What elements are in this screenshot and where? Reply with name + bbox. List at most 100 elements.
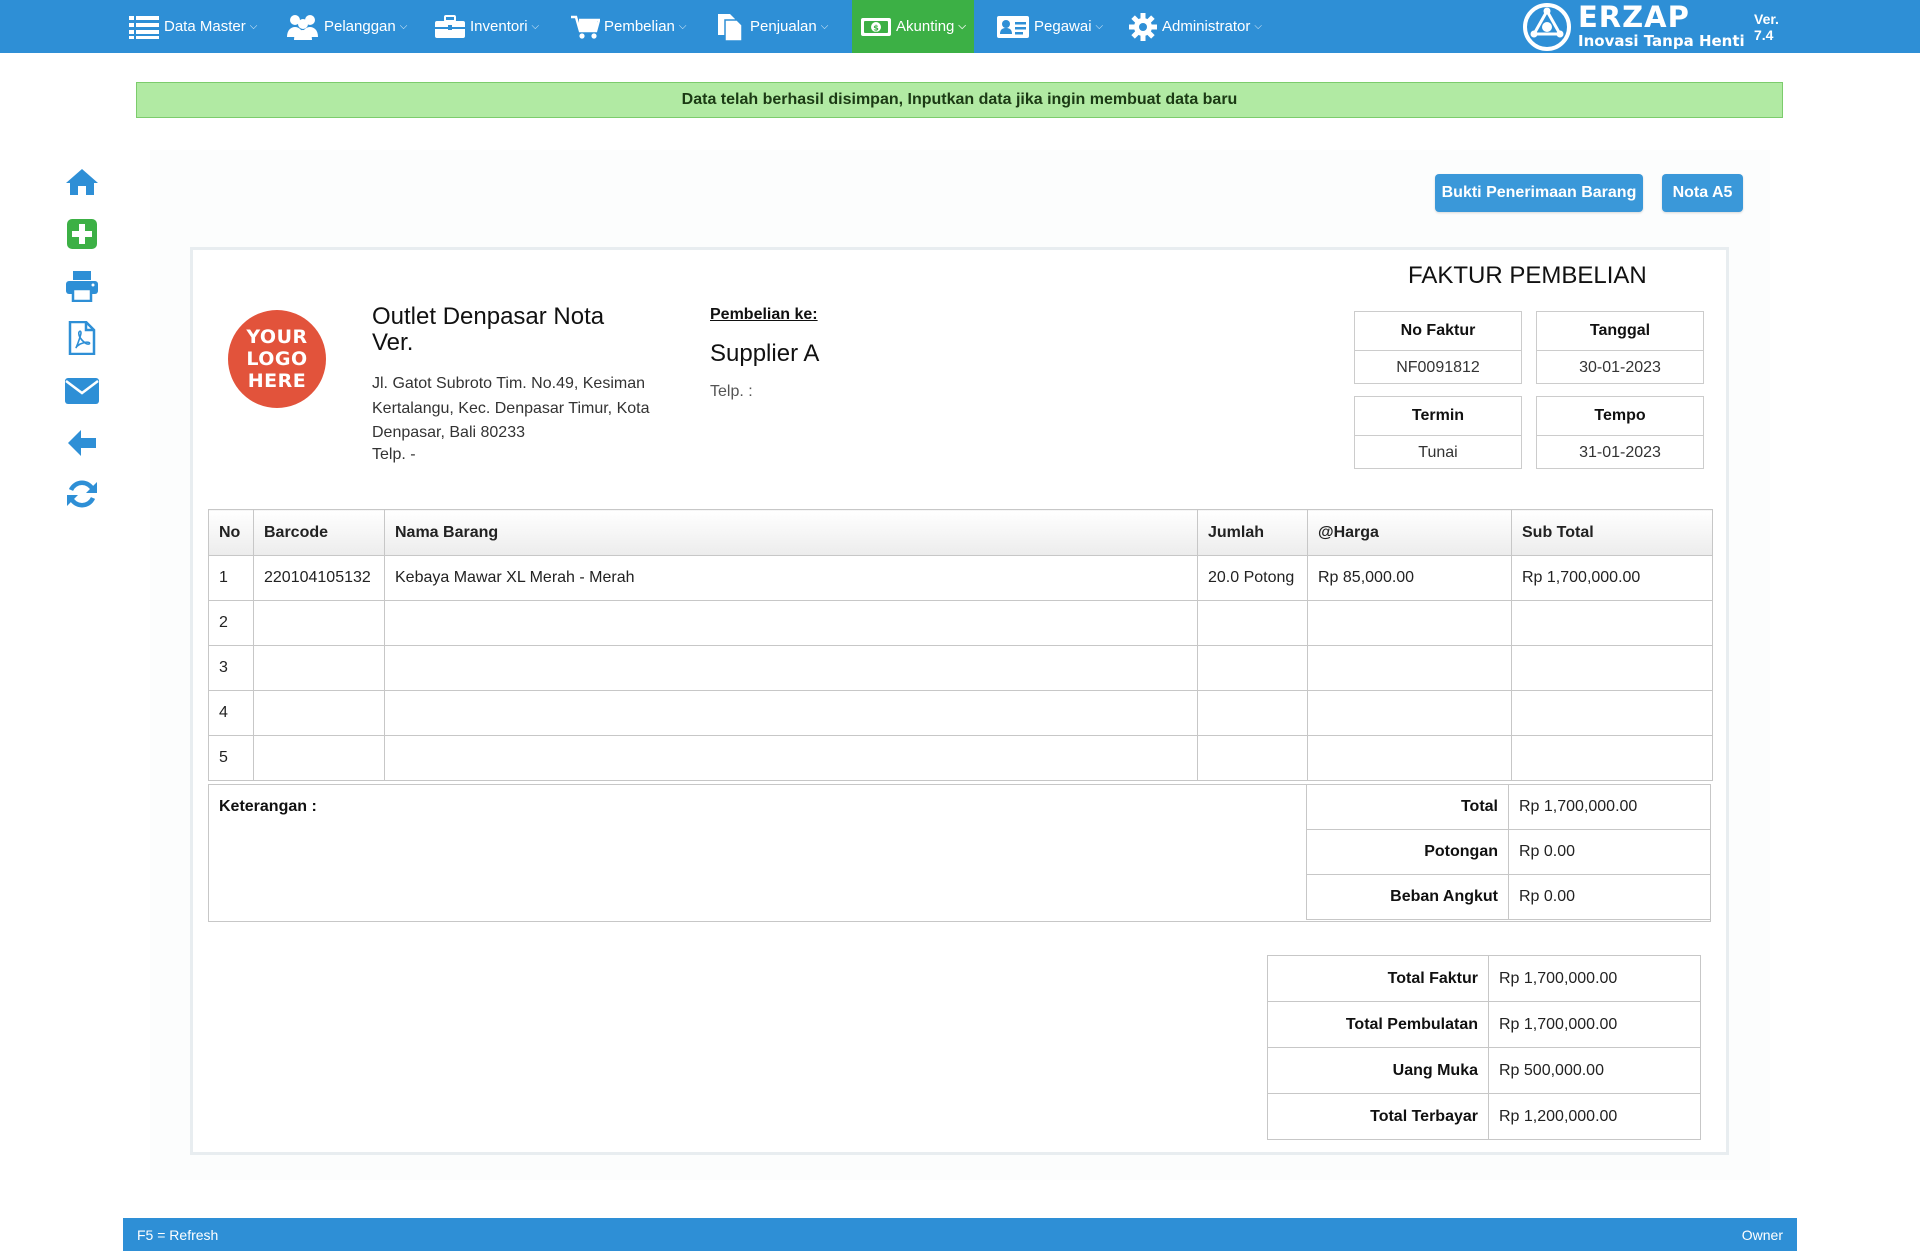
receipt-button[interactable]: Bukti Penerimaan Barang [1435,174,1643,212]
briefcase-icon [435,14,465,38]
version-label: Ver. 7.4 [1754,11,1779,43]
table-row: 1 220104105132 Kebaya Mawar XL Merah - M… [208,555,1713,601]
tanggal-value: 30-01-2023 [1579,359,1661,376]
list-icon [129,15,159,39]
col-jumlah: Jumlah [1197,509,1308,556]
table-row: 4 [208,690,1713,736]
cell-jumlah [1197,735,1308,781]
outlet-address: Jl. Gatot Subroto Tim. No.49, Kesiman Ke… [372,375,650,441]
summary-row-potongan: Potongan Rp 0.00 [1306,829,1711,875]
cell-subtotal: Rp 1,700,000.00 [1511,555,1713,601]
success-alert: Data telah berhasil disimpan, Inputkan d… [136,82,1783,118]
cell-harga [1307,600,1512,646]
cell-subtotal [1511,690,1713,736]
nav-akunting[interactable]: $ Akunting ⌵ [852,0,974,53]
refresh-button[interactable] [64,476,100,512]
nav-pembelian[interactable]: Pembelian ⌵ [570,0,686,53]
cell-jumlah [1197,645,1308,691]
outlet-name: Outlet Denpasar Nota Ver. [372,303,605,356]
grand-label: Total Pembulatan [1267,1001,1489,1048]
table-header-row: No Barcode Nama Barang Jumlah @Harga Sub… [208,509,1713,556]
cell-harga [1307,645,1512,691]
erzap-logo-icon [1523,2,1571,51]
cart-icon [571,15,600,39]
cell-jumlah [1197,600,1308,646]
cell-nama-barang [384,600,1198,646]
back-icon [68,430,96,456]
grand-label: Total Faktur [1267,955,1489,1002]
summary-table: Total Rp 1,700,000.00 Potongan Rp 0.00 B… [1306,784,1711,920]
grand-label: Total Terbayar [1267,1093,1489,1140]
brand-tagline: Inovasi Tanpa Henti [1578,32,1745,50]
nav-penjualan[interactable]: Penjualan ⌵ [716,0,828,53]
keterangan-label: Keterangan : [219,798,317,815]
supplier-telp: Telp. : [710,383,753,400]
documents-icon [718,13,743,42]
footer-user-role: Owner [1741,1226,1783,1243]
home-button[interactable] [64,164,100,200]
tempo-label: Tempo [1537,397,1703,436]
logo-line: LOGO [246,348,308,370]
cell-barcode [253,690,385,736]
company-logo: YOUR LOGO HERE [228,310,326,408]
print-button[interactable] [64,268,100,304]
grand-row-total-terbayar: Total Terbayar Rp 1,200,000.00 [1267,1093,1701,1140]
grand-row-total-faktur: Total Faktur Rp 1,700,000.00 [1267,955,1701,1002]
refresh-icon [67,480,97,508]
nav-label: Administrator [1162,18,1251,35]
grand-value: Rp 1,200,000.00 [1488,1093,1701,1140]
grand-value: Rp 1,700,000.00 [1488,955,1701,1002]
col-no: No [208,509,254,556]
nav-label: Pegawai [1034,18,1092,35]
back-button[interactable] [64,425,100,461]
cell-barcode [253,645,385,691]
cell-no: 1 [208,555,254,601]
nav-inventori[interactable]: Inventori ⌵ [434,0,539,53]
cell-harga [1307,690,1512,736]
termin-value: Tunai [1418,444,1458,461]
table-row: 2 [208,600,1713,646]
nav-label: Inventori [470,18,528,35]
summary-label: Potongan [1306,829,1509,875]
nota-a5-button[interactable]: Nota A5 [1662,174,1743,212]
cell-subtotal [1511,735,1713,781]
col-barcode: Barcode [253,509,385,556]
nav-label: Pelanggan [324,18,396,35]
outlet-telp: Telp. - [372,446,416,463]
invoice-title: FAKTUR PEMBELIAN [1408,262,1647,289]
nav-label: Akunting [896,18,955,35]
termin-box: Termin Tunai [1354,396,1522,469]
cell-nama-barang: Kebaya Mawar XL Merah - Merah [384,555,1198,601]
cell-harga [1307,735,1512,781]
nav-pegawai[interactable]: Pegawai ⌵ [996,0,1103,53]
add-button[interactable] [64,216,100,252]
top-navbar: Data Master ⌵ Pelanggan ⌵ Inventori ⌵ Pembe… [0,0,1920,53]
chevron-down-icon: ⌵ [531,21,540,32]
chevron-down-icon: ⌵ [958,21,966,32]
grand-row-uang-muka: Uang Muka Rp 500,000.00 [1267,1047,1701,1094]
nav-label: Penjualan [750,18,817,35]
pdf-icon [68,321,96,355]
logo-line: HERE [247,370,307,392]
summary-value: Rp 0.00 [1508,874,1711,920]
cell-nama-barang [384,735,1198,781]
summary-value: Rp 0.00 [1508,829,1711,875]
chevron-down-icon: ⌵ [399,21,408,32]
nav-data-master[interactable]: Data Master ⌵ [128,0,257,53]
table-row: 3 [208,645,1713,691]
cell-no: 4 [208,690,254,736]
tanggal-box: Tanggal 30-01-2023 [1536,311,1704,384]
chevron-down-icon: ⌵ [1254,21,1262,32]
grand-total-table: Total Faktur Rp 1,700,000.00 Total Pembu… [1267,955,1701,1140]
nav-pelanggan[interactable]: Pelanggan ⌵ [286,0,407,53]
email-button[interactable] [64,373,100,409]
pdf-button[interactable] [64,320,100,356]
email-icon [65,378,99,404]
chevron-down-icon: ⌵ [678,21,687,32]
tanggal-label: Tanggal [1537,312,1703,351]
nav-label: Pembelian [604,18,675,35]
chevron-down-icon: ⌵ [820,21,829,32]
cell-nama-barang [384,690,1198,736]
nav-administrator[interactable]: Administrator ⌵ [1128,0,1262,53]
no-faktur-value: NF0091812 [1396,359,1480,376]
